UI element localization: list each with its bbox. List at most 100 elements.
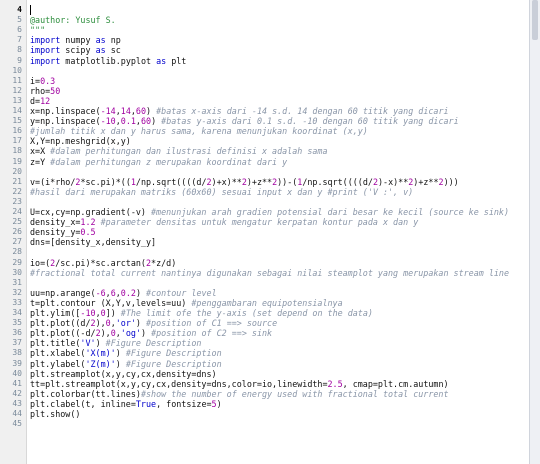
code-line[interactable]: 43 plt.clabel(t, inline=True, fontsize=5) <box>0 399 528 409</box>
code-text[interactable]: tt=plt.streamplot(x,y,cy,cx,density=dns,… <box>30 379 449 389</box>
code-line[interactable]: 39 plt.ylabel('Z(m)') #Figure Description <box>0 359 528 369</box>
code-text[interactable]: """ <box>30 25 45 35</box>
code-line[interactable]: 6 """ <box>0 25 528 35</box>
code-text[interactable]: plt.ylim([-10,0]) #The limit ofe the y-a… <box>30 308 373 318</box>
code-text[interactable]: dns=[density_x,density_y] <box>30 237 156 247</box>
code-text[interactable]: import matplotlib.pyplot as plt <box>30 56 186 66</box>
code-text[interactable]: x=X #dalam perhitungan dan ilustrasi def… <box>30 146 328 156</box>
code-line[interactable]: 12 rho=50 <box>0 86 528 96</box>
code-line[interactable]: 36 plt.plot((-d/2),0,'og') #position of C… <box>0 328 528 338</box>
line-number: 27 <box>12 237 22 247</box>
code-line[interactable]: 44 plt.show() <box>0 409 528 419</box>
line-number: 40 <box>12 368 22 378</box>
code-text[interactable]: rho=50 <box>30 86 60 96</box>
code-text[interactable]: x=np.linspace(-14,14,60) #batas x-axis d… <box>30 106 449 116</box>
code-line[interactable]: 16 #jumlah titik x dan y harus sama, kare… <box>0 126 528 136</box>
line-number: 23 <box>12 196 22 206</box>
code-line[interactable]: 23 <box>0 197 528 207</box>
code-line[interactable]: 26 density_y=0.5 <box>0 227 528 237</box>
line-number: 29 <box>12 257 22 267</box>
code-text[interactable]: U=cx,cy=np.gradient(-v) #menunjukan arah… <box>30 207 509 217</box>
code-line[interactable]: 18 x=X #dalam perhitungan dan ilustrasi d… <box>0 146 528 156</box>
line-number: 12 <box>12 85 22 95</box>
code-line[interactable]: 7 import numpy as np <box>0 35 528 45</box>
code-text[interactable]: density_x=1.2 #parameter densitas untuk … <box>30 217 418 227</box>
line-number: 26 <box>12 227 22 237</box>
code-line[interactable]: 41 tt=plt.streamplot(x,y,cy,cx,density=dn… <box>0 379 528 389</box>
code-text[interactable]: y=np.linspace(-10,0.1,60) #batas y-axis … <box>30 116 459 126</box>
code-line[interactable]: 42 plt.colorbar(tt.lines)#show the number… <box>0 389 528 399</box>
code-text[interactable]: v=(i*rho/2*sc.pi)*((1/np.sqrt((((d/2)+x)… <box>30 177 459 187</box>
code-line[interactable]: 11 i=0.3 <box>0 76 528 86</box>
code-text[interactable]: density_y=0.5 <box>30 227 96 237</box>
code-line[interactable]: 20 <box>0 167 528 177</box>
code-line[interactable]: 13 d=12 <box>0 96 528 106</box>
line-number: 18 <box>12 146 22 156</box>
vertical-scrollbar[interactable] <box>529 0 540 464</box>
line-number: 21 <box>12 176 22 186</box>
code-text[interactable]: plt.clabel(t, inline=True, fontsize=5) <box>30 399 222 409</box>
code-text[interactable]: plt.streamplot(x,y,cy,cx,density=dns) <box>30 369 217 379</box>
line-number: 10 <box>12 65 22 75</box>
scrollbar-thumb[interactable] <box>532 0 538 40</box>
line-number: 41 <box>12 378 22 388</box>
line-number: 15 <box>12 116 22 126</box>
line-number: 28 <box>12 247 22 257</box>
code-text[interactable]: io=(2/sc.pi)*sc.arctan(2*z/d) <box>30 258 176 268</box>
line-number: 36 <box>12 328 22 338</box>
code-line[interactable]: 28 <box>0 247 528 257</box>
line-number: 35 <box>12 318 22 328</box>
code-text[interactable]: @author: Yusuf S. <box>30 15 116 25</box>
code-line[interactable]: 4 <box>0 5 528 15</box>
code-editor[interactable]: 4 5 @author: Yusuf S. 6 """ 7 import numpy as … <box>0 0 540 464</box>
code-text[interactable]: plt.xlabel('X(m)') #Figure Description <box>30 348 222 358</box>
code-line[interactable]: 37 plt.title('V') #Figure Description <box>0 338 528 348</box>
code-line[interactable]: 34 plt.ylim([-10,0]) #The limit ofe the y… <box>0 308 528 318</box>
code-text[interactable]: #hasil dari merupakan matriks (60x60) se… <box>30 187 413 197</box>
code-line[interactable]: 21 v=(i*rho/2*sc.pi)*((1/np.sqrt((((d/2)+… <box>0 177 528 187</box>
code-text[interactable]: d=12 <box>30 96 50 106</box>
code-text[interactable]: uu=np.arange(-6,6,0.2) #contour level <box>30 288 217 298</box>
code-text[interactable]: plt.show() <box>30 409 80 419</box>
code-line[interactable]: 32 uu=np.arange(-6,6,0.2) #contour level <box>0 288 528 298</box>
code-text[interactable]: import numpy as np <box>30 35 121 45</box>
code-line[interactable]: 22 #hasil dari merupakan matriks (60x60) … <box>0 187 528 197</box>
code-line[interactable]: 19 z=Y #dalam perhitungan z merupakan koo… <box>0 157 528 167</box>
code-line[interactable]: 45 <box>0 419 528 429</box>
code-text[interactable]: plt.ylabel('Z(m)') #Figure Description <box>30 359 222 369</box>
code-line[interactable]: 38 plt.xlabel('X(m)') #Figure Description <box>0 348 528 358</box>
code-line[interactable]: 24 U=cx,cy=np.gradient(-v) #menunjukan ar… <box>0 207 528 217</box>
code-text[interactable]: z=Y #dalam perhitungan z merupakan koord… <box>30 157 287 167</box>
code-text[interactable]: import scipy as sc <box>30 45 121 55</box>
line-number: 4 <box>17 5 22 14</box>
line-number: 44 <box>12 409 22 418</box>
code-text[interactable]: #jumlah titik x dan y harus sama, karena… <box>30 126 368 136</box>
code-line[interactable]: 27 dns=[density_x,density_y] <box>0 237 528 247</box>
code-text[interactable]: plt.title('V') #Figure Description <box>30 338 201 348</box>
code-line[interactable]: 15 y=np.linspace(-10,0.1,60) #batas y-axi… <box>0 116 528 126</box>
code-line[interactable]: 5 @author: Yusuf S. <box>0 15 528 25</box>
code-text[interactable]: t=plt.contour (X,Y,v,levels=uu) #penggam… <box>30 298 343 308</box>
line-number: 5 <box>17 15 22 25</box>
line-number: 8 <box>17 45 22 55</box>
code-line[interactable]: 8 import scipy as sc <box>0 45 528 55</box>
code-line[interactable]: 9 import matplotlib.pyplot as plt <box>0 56 528 66</box>
code-text[interactable]: i=0.3 <box>30 76 55 86</box>
code-line[interactable]: 14 x=np.linspace(-14,14,60) #batas x-axis… <box>0 106 528 116</box>
code-line[interactable]: 40 plt.streamplot(x,y,cy,cx,density=dns) <box>0 369 528 379</box>
code-text[interactable]: #fractional total current nantinya digun… <box>30 268 509 278</box>
line-number: 22 <box>12 186 22 196</box>
code-line[interactable]: 29 io=(2/sc.pi)*sc.arctan(2*z/d) <box>0 258 528 268</box>
code-line[interactable]: 33 t=plt.contour (X,Y,v,levels=uu) #pengg… <box>0 298 528 308</box>
line-number: 42 <box>12 388 22 398</box>
code-text[interactable]: plt.plot((-d/2),0,'og') #position of C2 … <box>30 328 272 338</box>
code-text[interactable]: X,Y=np.meshgrid(x,y) <box>30 136 131 146</box>
code-line[interactable]: 17 X,Y=np.meshgrid(x,y) <box>0 136 528 146</box>
code-line[interactable]: 35 plt.plot((d/2),0,'or') #position of C1… <box>0 318 528 328</box>
code-line[interactable]: 30 #fractional total current nantinya dig… <box>0 268 528 278</box>
code-line[interactable]: 31 <box>0 278 528 288</box>
code-line[interactable]: 10 <box>0 66 528 76</box>
code-text[interactable]: plt.plot((d/2),0,'or') #position of C1 =… <box>30 318 277 328</box>
code-line[interactable]: 25 density_x=1.2 #parameter densitas untu… <box>0 217 528 227</box>
code-text[interactable]: plt.colorbar(tt.lines)#show the number o… <box>30 389 449 399</box>
